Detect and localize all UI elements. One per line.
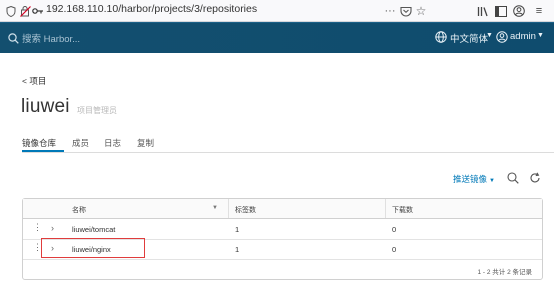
star-icon[interactable]: ☆ <box>414 4 428 18</box>
push-image-label: 推送镜像 <box>453 174 488 184</box>
globe-icon <box>435 30 447 48</box>
pocket-icon[interactable] <box>399 4 413 18</box>
tab-replication[interactable]: 复制 <box>137 137 154 149</box>
page-title: liuwei <box>21 96 70 117</box>
key-icon[interactable] <box>31 4 45 18</box>
chevron-down-icon: ▼ <box>537 32 544 39</box>
browser-address-bar: 192.168.110.10/harbor/projects/3/reposit… <box>0 0 554 22</box>
table-row[interactable]: ⋮ › liuwei/tomcat 1 0 <box>23 219 542 240</box>
user-icon <box>496 30 508 48</box>
tab-members[interactable]: 成员 <box>72 137 89 149</box>
library-icon[interactable] <box>476 4 490 18</box>
repo-tag-count: 1 <box>235 225 240 234</box>
filter-icon[interactable]: ▼ <box>212 205 218 211</box>
repo-tag-count: 1 <box>235 245 240 254</box>
tabs-divider <box>22 152 554 153</box>
url-field[interactable]: 192.168.110.10/harbor/projects/3/reposit… <box>46 3 257 15</box>
pagination-summary: 1 - 2 共计 2 条记录 <box>477 269 532 276</box>
shield-icon[interactable] <box>4 4 18 18</box>
tab-logs[interactable]: 日志 <box>104 137 121 149</box>
tab-repositories[interactable]: 镜像仓库 <box>22 137 56 149</box>
column-header-tags[interactable]: 标签数 <box>235 205 256 215</box>
project-role-label: 项目管理员 <box>77 106 117 115</box>
column-divider <box>385 199 386 218</box>
row-actions-icon[interactable]: ⋮ <box>33 223 42 232</box>
refresh-icon[interactable] <box>529 171 541 189</box>
expand-row-icon[interactable]: › <box>51 223 54 233</box>
column-header-pulls[interactable]: 下载数 <box>392 205 413 215</box>
account-icon[interactable] <box>512 4 526 18</box>
search-icon[interactable] <box>507 171 519 189</box>
search-icon <box>8 31 19 49</box>
user-menu[interactable]: admin <box>510 31 536 42</box>
table-header: 名称 ▼ 标签数 下载数 <box>23 199 542 219</box>
language-selector[interactable]: 中文简体 <box>450 31 488 45</box>
annotation-highlight-box <box>41 238 145 258</box>
app-header: 搜索 Harbor... 中文简体 ▼ admin ▼ <box>0 22 554 53</box>
reader-icon[interactable] <box>494 4 508 18</box>
more-icon[interactable]: ··· <box>383 4 397 18</box>
menu-icon[interactable]: ≡ <box>532 4 546 18</box>
chevron-down-icon: ▼ <box>486 32 493 39</box>
repo-pull-count: 0 <box>392 225 397 234</box>
column-header-name[interactable]: 名称 <box>72 205 86 215</box>
tracking-icon[interactable] <box>18 4 32 18</box>
push-image-button[interactable]: 推送镜像 ▼ <box>453 173 495 185</box>
global-search-input[interactable]: 搜索 Harbor... <box>22 31 80 45</box>
column-divider <box>228 199 229 218</box>
repo-name[interactable]: liuwei/tomcat <box>72 225 115 234</box>
back-to-projects-link[interactable]: < 项目 <box>22 75 46 87</box>
chevron-down-icon: ▼ <box>489 178 495 184</box>
repo-pull-count: 0 <box>392 245 397 254</box>
